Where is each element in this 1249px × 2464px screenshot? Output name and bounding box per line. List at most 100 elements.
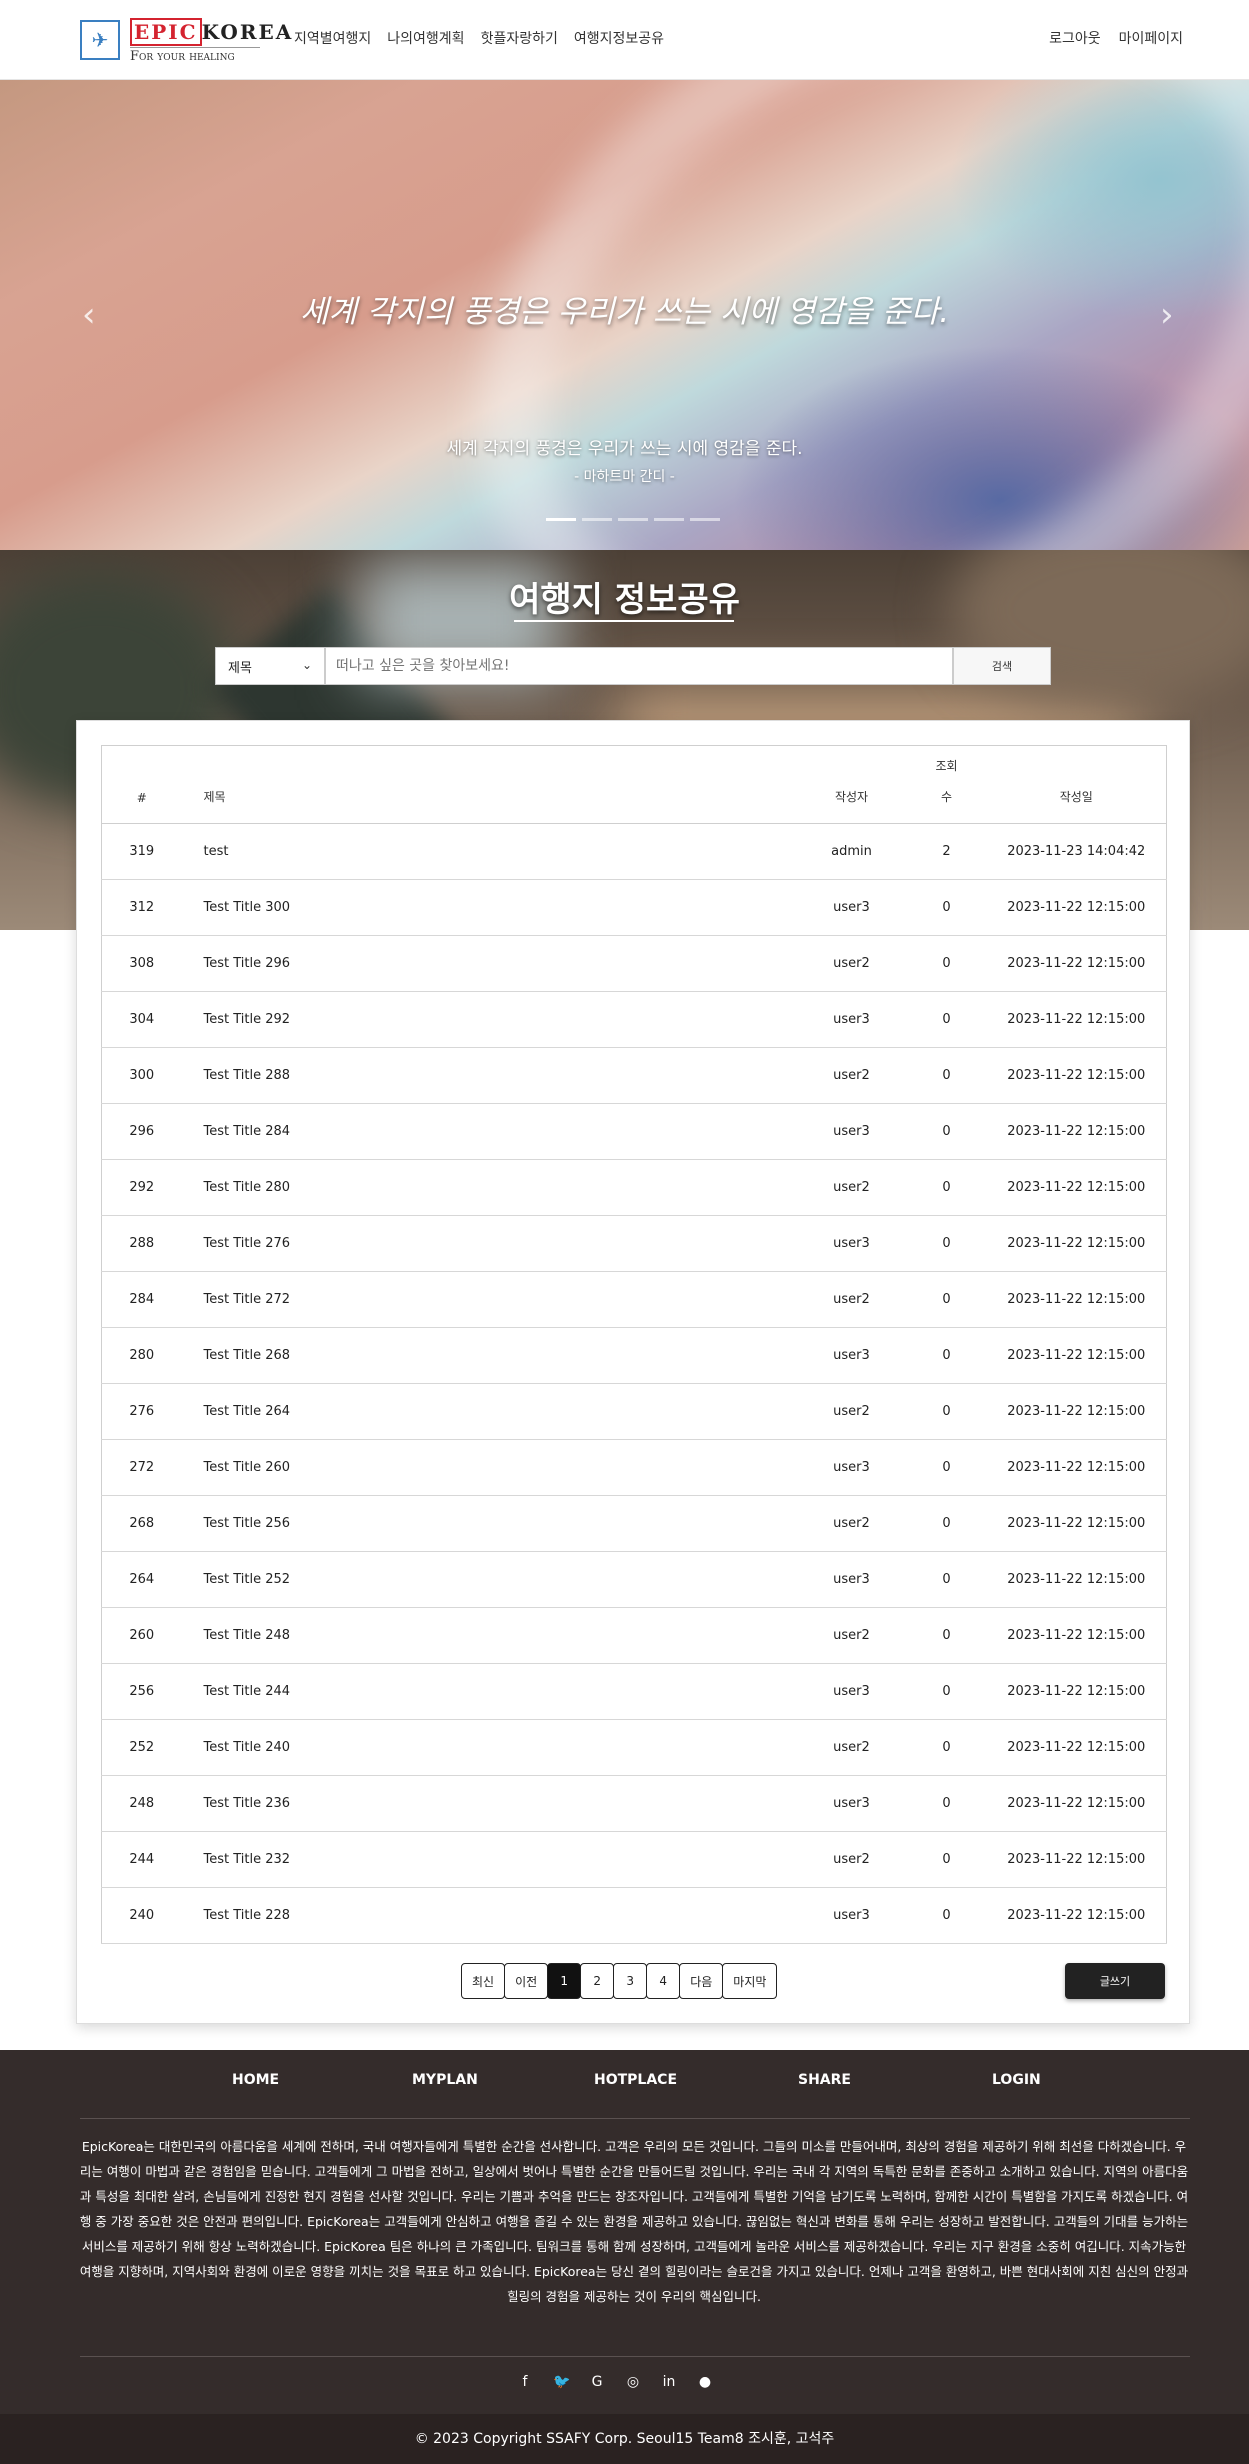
search-type-select[interactable]: 제목 ⌄ [215, 647, 325, 685]
table-row[interactable]: 304 Test Title 292 user3 0 2023-11-22 12:15:… [101, 991, 1167, 1048]
table-row[interactable]: 276 Test Title 264 user2 0 2023-11-22 12:15:… [101, 1383, 1167, 1440]
row-title[interactable]: Test Title 292 [181, 991, 797, 1048]
table-row[interactable]: 300 Test Title 288 user2 0 2023-11-22 12:15:… [101, 1047, 1167, 1104]
hero-caption-author: - 마하트마 간디 - [574, 469, 675, 485]
hero-carousel: 세계 각지의 풍경은 우리가 쓰는 시에 영감을 준다. 세계 각지의 풍경은 … [0, 80, 1249, 550]
logout-link[interactable]: 로그아웃 [1049, 28, 1101, 48]
table-row[interactable]: 280 Test Title 268 user3 0 2023-11-22 12:15:… [101, 1327, 1167, 1384]
page-first-button[interactable]: 최신 [461, 1963, 506, 1999]
google-icon[interactable]: G [589, 2374, 605, 2390]
table-row[interactable]: 284 Test Title 272 user2 0 2023-11-22 12:15:… [101, 1271, 1167, 1328]
search-input[interactable] [325, 647, 953, 685]
search-button[interactable]: 검색 [953, 647, 1051, 685]
write-post-button[interactable]: 글쓰기 [1065, 1963, 1165, 1999]
row-views: 0 [906, 935, 987, 992]
row-title[interactable]: Test Title 248 [181, 1607, 797, 1664]
row-title[interactable]: Test Title 264 [181, 1383, 797, 1440]
linkedin-icon[interactable]: in [661, 2374, 677, 2390]
row-date: 2023-11-22 12:15:00 [986, 879, 1167, 936]
row-title[interactable]: Test Title 284 [181, 1103, 797, 1160]
twitter-icon[interactable]: 🐦 [553, 2374, 570, 2390]
row-num: 256 [101, 1663, 182, 1720]
row-author: user3 [796, 1887, 907, 1944]
header-views: 조회 수 [906, 745, 987, 824]
row-title[interactable]: Test Title 252 [181, 1551, 797, 1608]
table-row[interactable]: 272 Test Title 260 user3 0 2023-11-22 12:15:… [101, 1439, 1167, 1496]
mypage-link[interactable]: 마이페이지 [1119, 28, 1183, 48]
carousel-next-chevron-right-icon[interactable]: › [1160, 295, 1174, 335]
footer-link-home[interactable]: HOME [232, 2072, 279, 2088]
header-date: 작성일 [986, 745, 1167, 824]
footer-link-hotplace[interactable]: HOTPLACE [594, 2072, 677, 2088]
row-title[interactable]: Test Title 232 [181, 1831, 797, 1888]
row-author: user2 [796, 1159, 907, 1216]
row-title[interactable]: Test Title 244 [181, 1663, 797, 1720]
row-date: 2023-11-22 12:15:00 [986, 1047, 1167, 1104]
menu-regional-destinations[interactable]: 지역별여행지 [294, 28, 371, 48]
table-row[interactable]: 256 Test Title 244 user3 0 2023-11-22 12:15:… [101, 1663, 1167, 1720]
carousel-indicator-5[interactable] [690, 518, 720, 521]
logo-tagline: For your healing [130, 47, 260, 64]
page-4-button[interactable]: 4 [646, 1963, 681, 1999]
row-num: 312 [101, 879, 182, 936]
menu-info-share[interactable]: 여행지정보공유 [574, 28, 664, 48]
table-row[interactable]: 248 Test Title 236 user3 0 2023-11-22 12:15:… [101, 1775, 1167, 1832]
footer-link-login[interactable]: LOGIN [992, 2072, 1041, 2088]
row-views: 0 [906, 1439, 987, 1496]
row-author: user3 [796, 1663, 907, 1720]
row-title[interactable]: Test Title 272 [181, 1271, 797, 1328]
row-title[interactable]: Test Title 300 [181, 879, 797, 936]
row-num: 300 [101, 1047, 182, 1104]
row-title[interactable]: Test Title 268 [181, 1327, 797, 1384]
row-title[interactable]: Test Title 276 [181, 1215, 797, 1272]
carousel-indicator-2[interactable] [582, 518, 612, 521]
instagram-icon[interactable]: ◎ [625, 2374, 641, 2390]
airplane-icon: ✈ [80, 20, 120, 60]
table-row[interactable]: 288 Test Title 276 user3 0 2023-11-22 12:15:… [101, 1215, 1167, 1272]
page-3-button[interactable]: 3 [613, 1963, 648, 1999]
brand-logo[interactable]: ✈ EPIC KOREA For your healing [80, 18, 291, 64]
row-author: user2 [796, 1831, 907, 1888]
carousel-indicator-1[interactable] [546, 518, 576, 521]
table-row[interactable]: 244 Test Title 232 user2 0 2023-11-22 12:15:… [101, 1831, 1167, 1888]
page-2-button[interactable]: 2 [580, 1963, 615, 1999]
menu-my-travel-plan[interactable]: 나의여행계획 [387, 28, 464, 48]
row-title[interactable]: Test Title 240 [181, 1719, 797, 1776]
table-row[interactable]: 312 Test Title 300 user3 0 2023-11-22 12:15:… [101, 879, 1167, 936]
table-row[interactable]: 292 Test Title 280 user2 0 2023-11-22 12:15:… [101, 1159, 1167, 1216]
table-row[interactable]: 240 Test Title 228 user3 0 2023-11-22 12:15:… [101, 1887, 1167, 1944]
page-last-button[interactable]: 마지막 [722, 1963, 778, 1999]
row-title[interactable]: Test Title 260 [181, 1439, 797, 1496]
page-next-button[interactable]: 다음 [679, 1963, 724, 1999]
row-num: 292 [101, 1159, 182, 1216]
table-row[interactable]: 252 Test Title 240 user2 0 2023-11-22 12:15:… [101, 1719, 1167, 1776]
row-title[interactable]: test [181, 823, 797, 880]
footer-link-share[interactable]: SHARE [798, 2072, 851, 2088]
menu-hotplace[interactable]: 핫플자랑하기 [481, 28, 558, 48]
row-title[interactable]: Test Title 256 [181, 1495, 797, 1552]
hero-title: 세계 각지의 풍경은 우리가 쓰는 시에 영감을 준다. [299, 294, 950, 330]
carousel-indicator-3[interactable] [618, 518, 648, 521]
carousel-prev-chevron-left-icon[interactable]: ‹ [82, 295, 96, 335]
footer-link-myplan[interactable]: MYPLAN [412, 2072, 478, 2088]
row-title[interactable]: Test Title 288 [181, 1047, 797, 1104]
table-row[interactable]: 260 Test Title 248 user2 0 2023-11-22 12:15:… [101, 1607, 1167, 1664]
table-row[interactable]: 264 Test Title 252 user3 0 2023-11-22 12:15:… [101, 1551, 1167, 1608]
row-num: 288 [101, 1215, 182, 1272]
row-views: 0 [906, 1887, 987, 1944]
row-num: 319 [101, 823, 182, 880]
row-title[interactable]: Test Title 280 [181, 1159, 797, 1216]
row-title[interactable]: Test Title 236 [181, 1775, 797, 1832]
page-prev-button[interactable]: 이전 [504, 1963, 549, 1999]
table-row[interactable]: 268 Test Title 256 user2 0 2023-11-22 12:15:… [101, 1495, 1167, 1552]
page-1-button[interactable]: 1 [547, 1963, 582, 1999]
github-icon[interactable]: ● [697, 2374, 713, 2390]
row-title[interactable]: Test Title 228 [181, 1887, 797, 1944]
footer-divider [80, 2356, 1190, 2357]
table-row[interactable]: 296 Test Title 284 user3 0 2023-11-22 12:15:… [101, 1103, 1167, 1160]
table-row[interactable]: 308 Test Title 296 user2 0 2023-11-22 12:15:… [101, 935, 1167, 992]
row-title[interactable]: Test Title 296 [181, 935, 797, 992]
carousel-indicator-4[interactable] [654, 518, 684, 521]
table-row[interactable]: 319 test admin 2 2023-11-23 14:04:42 [101, 823, 1167, 880]
facebook-icon[interactable]: f [517, 2374, 533, 2390]
